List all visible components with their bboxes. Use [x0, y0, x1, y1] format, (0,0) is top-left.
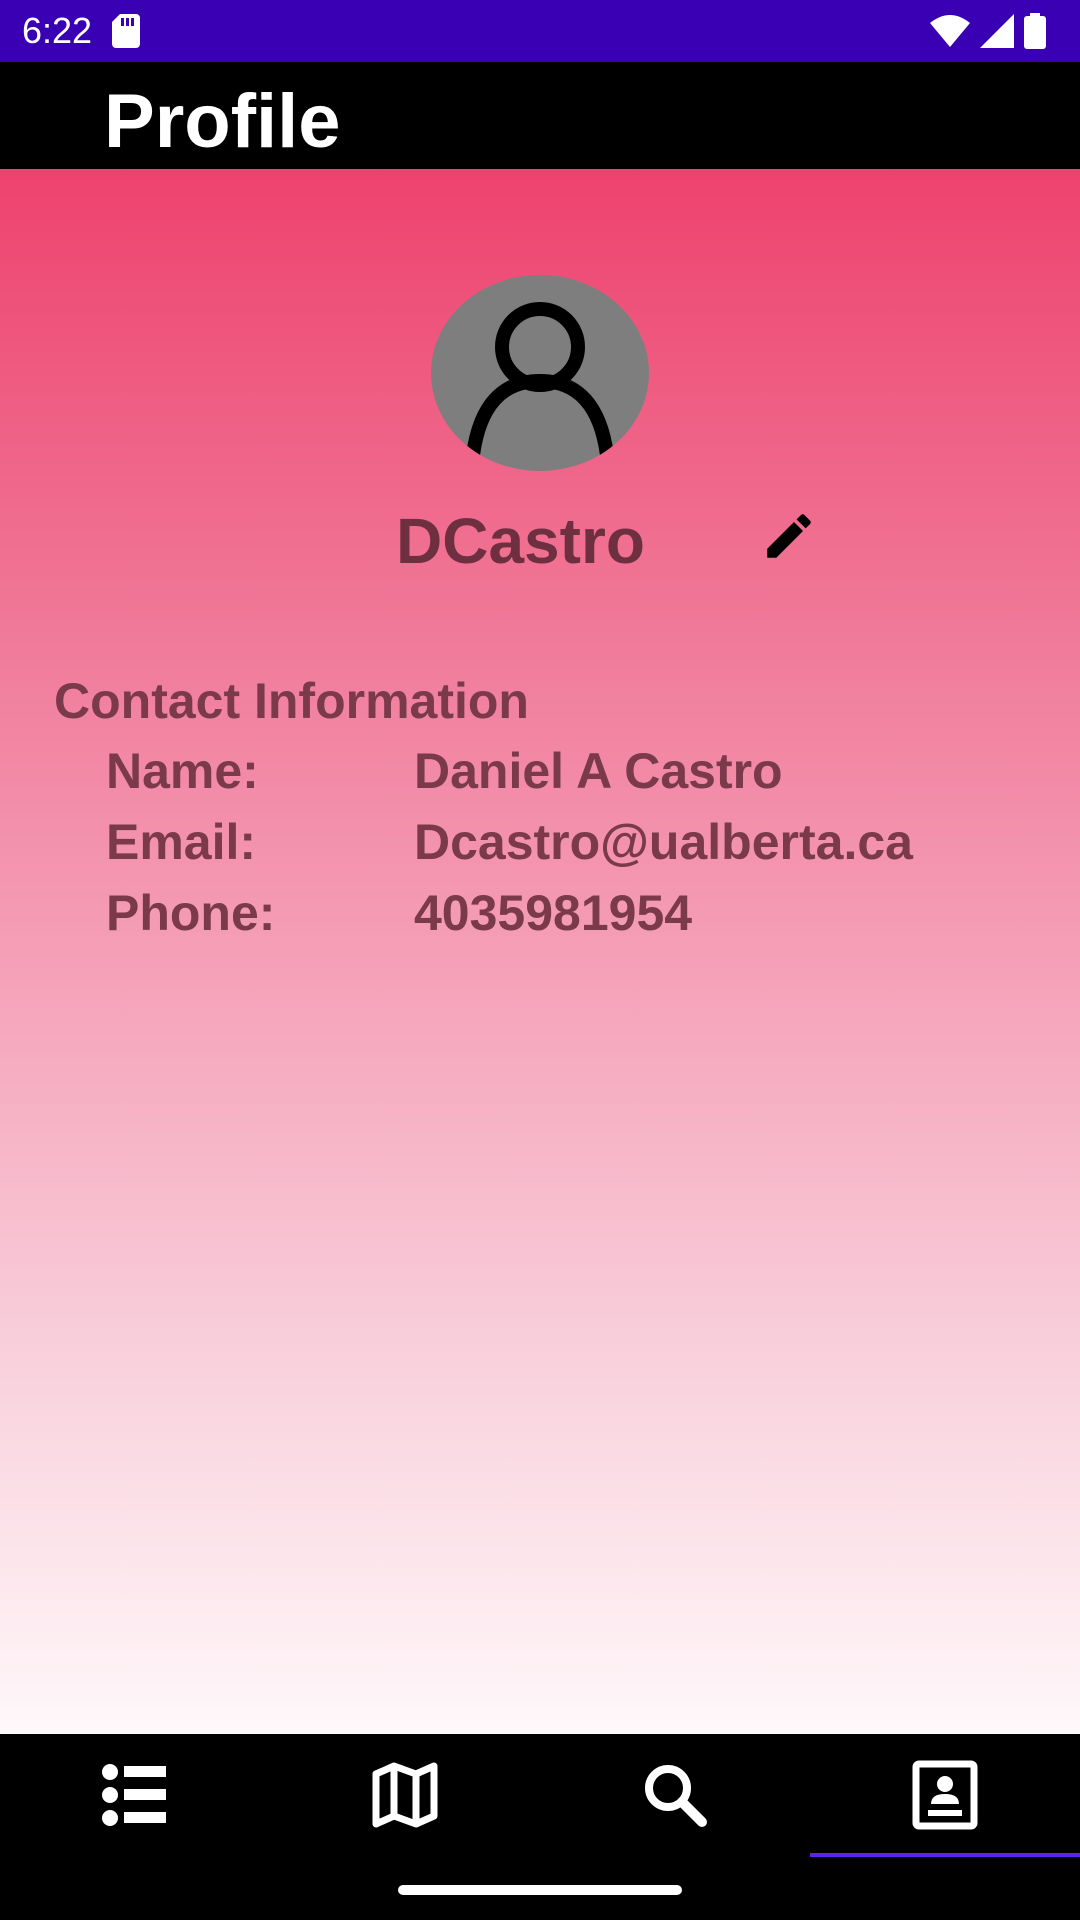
sd-card-icon	[112, 14, 140, 48]
edit-profile-button[interactable]	[760, 507, 818, 565]
wifi-icon	[930, 15, 970, 47]
app-bar: Profile	[0, 62, 1080, 169]
selected-tab-indicator	[810, 1853, 1080, 1857]
phone-value: 4035981954	[414, 885, 693, 941]
nav-item-list[interactable]	[0, 1734, 270, 1856]
pencil-icon	[767, 514, 811, 558]
nav-item-profile[interactable]	[810, 1734, 1080, 1856]
nav-item-map[interactable]	[270, 1734, 540, 1856]
name-value: Daniel A Castro	[414, 743, 783, 799]
status-time: 6:22	[22, 10, 93, 51]
search-icon	[645, 1765, 707, 1827]
avatar	[431, 275, 649, 471]
contact-card-icon	[912, 1760, 978, 1830]
signal-icon	[980, 14, 1014, 48]
email-value: Dcastro@ualberta.ca	[414, 814, 913, 870]
status-icons	[930, 12, 1046, 50]
phone-label: Phone:	[106, 885, 276, 941]
home-gesture-handle[interactable]	[398, 1885, 682, 1895]
profile-content: DCastro Contact Information Name: Daniel…	[0, 169, 1080, 1734]
map-icon	[372, 1762, 438, 1828]
list-icon	[102, 1764, 166, 1826]
username: DCastro	[396, 505, 645, 577]
nav-item-search[interactable]	[540, 1734, 810, 1856]
email-label: Email:	[106, 814, 257, 870]
battery-icon	[1024, 13, 1046, 49]
status-bar: 6:22	[0, 0, 1080, 62]
bottom-navigation	[0, 1734, 1080, 1920]
name-label: Name:	[106, 743, 259, 799]
page-title: Profile	[104, 79, 341, 164]
contact-info-heading: Contact Information	[54, 673, 529, 729]
person-icon	[466, 302, 614, 462]
